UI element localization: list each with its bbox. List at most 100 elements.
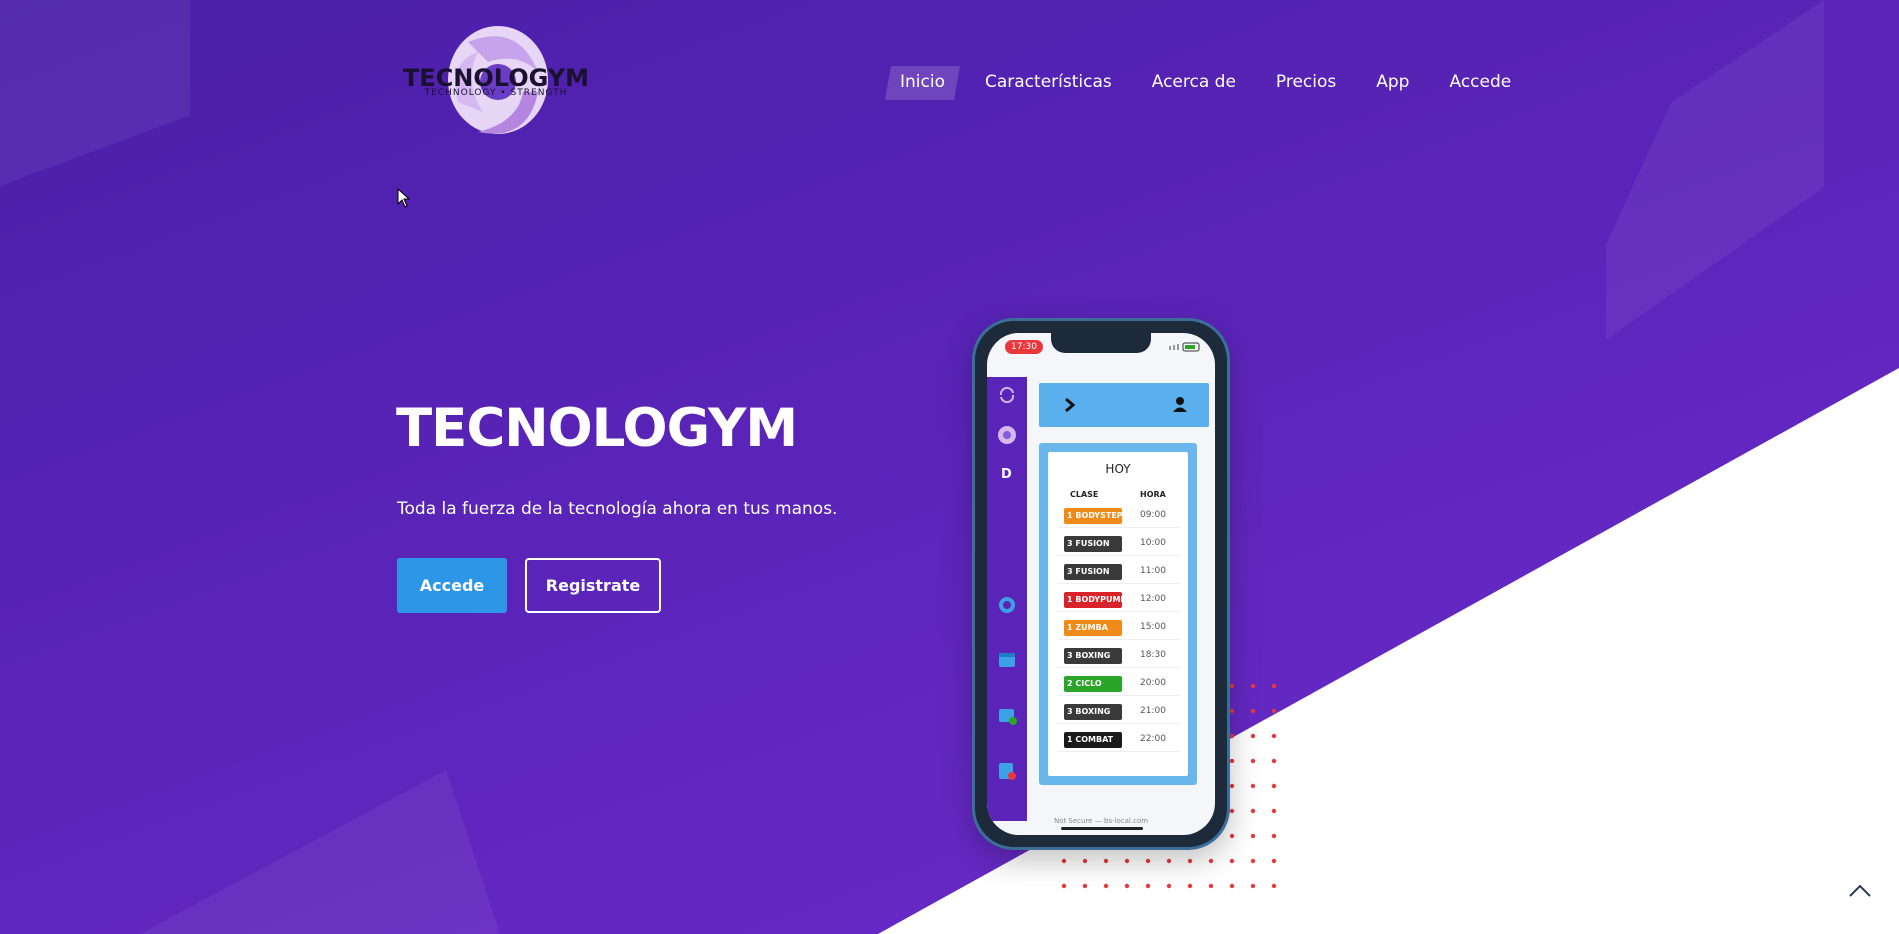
profile-logo-icon[interactable] <box>997 425 1017 445</box>
battery-icon <box>1169 342 1200 352</box>
accede-button[interactable]: Accede <box>397 558 507 613</box>
schedule-panel: HOY CLASE HORA 1 BODYSTEP 09:00 3 FUSION 10… <box>1039 443 1197 785</box>
class-time: 10:00 <box>1140 538 1166 548</box>
schedule-row[interactable]: 3 BOXING 18:30 <box>1058 644 1180 668</box>
schedule-row[interactable]: 1 BODYSTEP 09:00 <box>1058 504 1180 528</box>
decor-dot <box>1229 858 1235 864</box>
nav-item-app[interactable]: App <box>1364 66 1421 100</box>
decor-dot <box>1061 883 1067 889</box>
decor-dot <box>1229 758 1235 764</box>
browser-url: Not Secure — bs-local.com <box>1053 817 1149 825</box>
decor-dot <box>1250 858 1256 864</box>
phone-time: 17:30 <box>1005 340 1043 354</box>
decor-dot <box>1229 833 1235 839</box>
decor-dot <box>1061 858 1067 864</box>
class-badge: 3 FUSION <box>1064 536 1122 552</box>
decor-dot <box>1271 783 1277 789</box>
phone-screen: 17:30 D HOY CLASE HORA 1 BODYSTEP 09:00 … <box>987 333 1215 835</box>
decor-dot <box>1082 883 1088 889</box>
schedule-row[interactable]: 1 COMBAT 22:00 <box>1058 728 1180 752</box>
decor-dot <box>1103 858 1109 864</box>
nav-item-caracteristicas[interactable]: Características <box>973 66 1124 100</box>
decor-dot <box>1145 858 1151 864</box>
decor-dot <box>1229 683 1235 689</box>
class-time: 15:00 <box>1140 622 1166 632</box>
decor-dot <box>1271 808 1277 814</box>
schedule-row[interactable]: 1 BODYPUMP 12:00 <box>1058 588 1180 612</box>
class-badge: 1 BODYSTEP <box>1064 508 1122 524</box>
hero-title: TECNOLOGYM <box>396 398 798 459</box>
calendar-icon[interactable] <box>997 649 1017 669</box>
main-nav: Inicio Características Acerca de Precios… <box>888 66 1539 100</box>
phone-mockup: 17:30 D HOY CLASE HORA 1 BODYSTEP 09:00 … <box>972 318 1230 850</box>
site-logo[interactable]: TECNOLOGYM TECHNOLOGY • STRENGTH <box>398 22 594 142</box>
home-indicator <box>1061 827 1143 830</box>
decor-dot <box>1187 858 1193 864</box>
settings-icon[interactable] <box>997 595 1017 615</box>
decor-dot <box>1250 708 1256 714</box>
refresh-icon[interactable] <box>997 385 1017 405</box>
class-time: 20:00 <box>1140 678 1166 688</box>
decor-dot <box>1250 683 1256 689</box>
class-badge: 3 BOXING <box>1064 704 1122 720</box>
schedule-row[interactable]: 2 CICLO 20:00 <box>1058 672 1180 696</box>
nav-item-precios[interactable]: Precios <box>1264 66 1348 100</box>
decor-dot <box>1187 883 1193 889</box>
d-letter-icon[interactable]: D <box>997 463 1017 483</box>
report-icon[interactable] <box>997 761 1017 781</box>
nav-item-inicio[interactable]: Inicio <box>888 66 957 100</box>
decor-dot <box>1208 883 1214 889</box>
app-topbar <box>1039 383 1209 427</box>
class-badge: 3 BOXING <box>1064 648 1122 664</box>
decor-dot <box>1271 883 1277 889</box>
decor-dot <box>1271 683 1277 689</box>
class-badge: 1 COMBAT <box>1064 732 1122 748</box>
decor-dot <box>1229 808 1235 814</box>
class-time: 11:00 <box>1140 566 1166 576</box>
decor-dot <box>1271 758 1277 764</box>
chevron-right-icon[interactable] <box>1063 397 1077 413</box>
decor-dot <box>1271 733 1277 739</box>
class-time: 21:00 <box>1140 706 1166 716</box>
registrate-button[interactable]: Registrate <box>525 558 661 613</box>
user-icon[interactable] <box>1171 395 1189 413</box>
class-badge: 1 ZUMBA <box>1064 620 1122 636</box>
decor-dot <box>1208 858 1214 864</box>
decor-dot <box>1166 858 1172 864</box>
decor-dot <box>1103 883 1109 889</box>
nav-item-accede[interactable]: Accede <box>1437 66 1523 100</box>
phone-notch <box>1051 333 1151 353</box>
decor-dot <box>1250 783 1256 789</box>
schedule-row[interactable]: 3 FUSION 10:00 <box>1058 532 1180 556</box>
decor-dot <box>1082 858 1088 864</box>
hero-background-wedge <box>878 368 1899 934</box>
nav-item-acerca-de[interactable]: Acerca de <box>1140 66 1248 100</box>
decor-dot <box>1229 783 1235 789</box>
calendar-add-icon[interactable] <box>997 705 1017 725</box>
class-time: 09:00 <box>1140 510 1166 520</box>
schedule-title: HOY <box>1105 462 1131 476</box>
logo-tagline: TECHNOLOGY • STRENGTH <box>424 88 568 98</box>
chevron-up-icon[interactable] <box>1848 882 1872 898</box>
class-time: 22:00 <box>1140 734 1166 744</box>
decor-dot <box>1271 833 1277 839</box>
schedule-row[interactable]: 3 BOXING 21:00 <box>1058 700 1180 724</box>
schedule-row[interactable]: 1 ZUMBA 15:00 <box>1058 616 1180 640</box>
column-header-clase: CLASE <box>1070 490 1099 499</box>
decor-dot <box>1124 883 1130 889</box>
class-time: 18:30 <box>1140 650 1166 660</box>
decor-dot <box>1250 758 1256 764</box>
class-badge: 3 FUSION <box>1064 564 1122 580</box>
decor-dot <box>1250 808 1256 814</box>
decor-dot <box>1250 883 1256 889</box>
schedule-row[interactable]: 3 FUSION 11:00 <box>1058 560 1180 584</box>
app-sidebar: D <box>987 377 1027 821</box>
class-badge: 2 CICLO <box>1064 676 1122 692</box>
decor-dot <box>1229 733 1235 739</box>
decor-dot <box>1229 708 1235 714</box>
schedule-card: HOY CLASE HORA 1 BODYSTEP 09:00 3 FUSION 10… <box>1048 452 1188 776</box>
decor-dot <box>1250 733 1256 739</box>
mouse-cursor-icon <box>397 188 411 208</box>
class-time: 12:00 <box>1140 594 1166 604</box>
decor-dot <box>1166 883 1172 889</box>
